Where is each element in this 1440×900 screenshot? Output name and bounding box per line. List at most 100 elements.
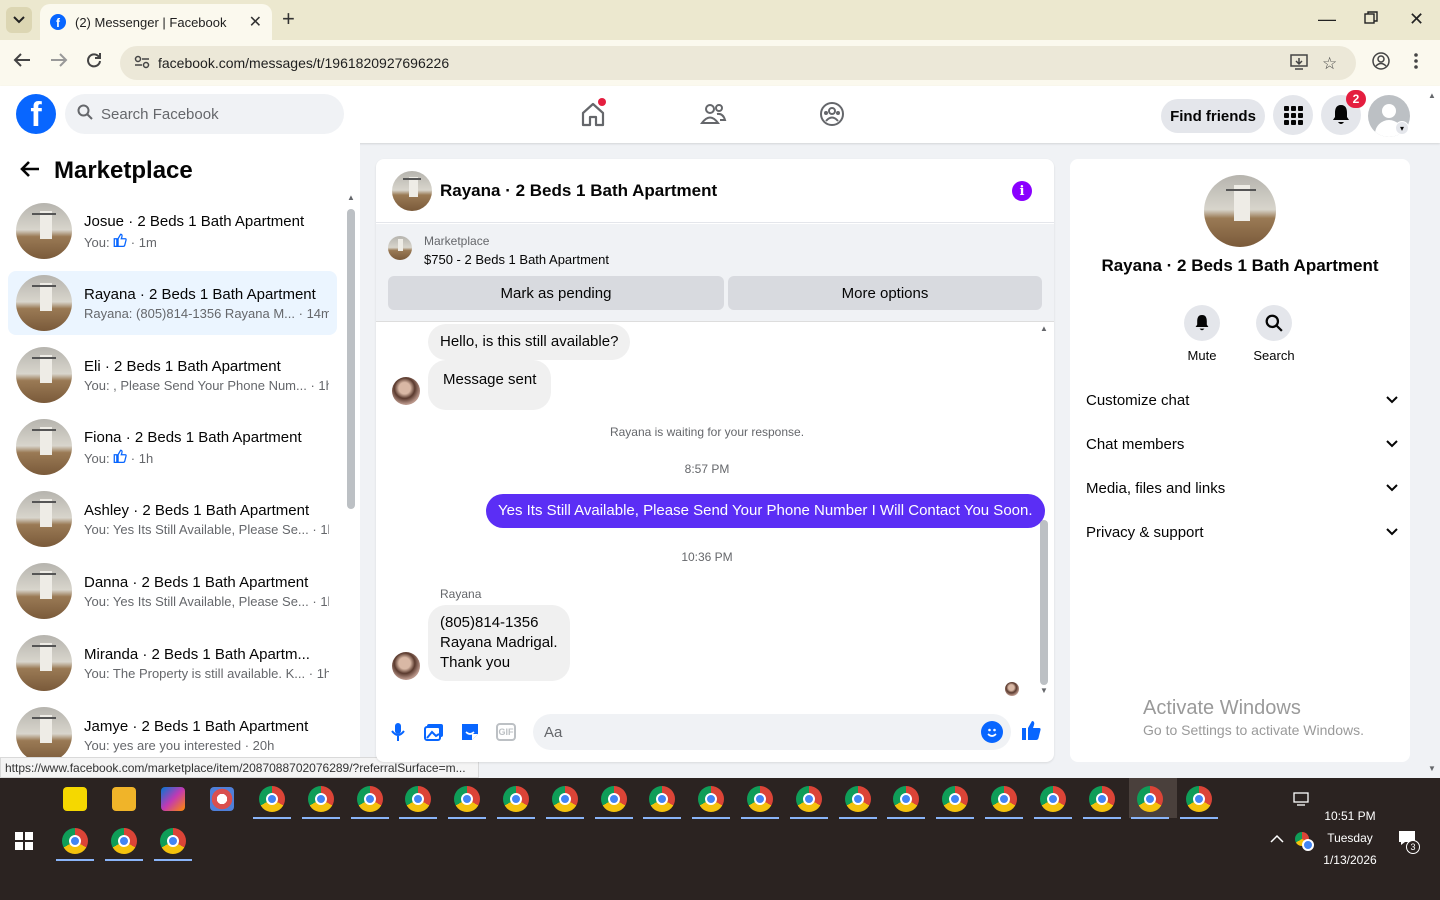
gif-icon[interactable]: GIF [496,723,516,741]
chrome-window-icon[interactable] [942,786,969,812]
mute-button[interactable]: Mute [1172,305,1232,363]
tray-chrome-icon[interactable] [1295,832,1314,851]
friends-icon[interactable] [699,100,729,130]
chrome-window-icon[interactable] [1186,786,1213,812]
chrome-window-icon[interactable] [747,786,773,812]
chrome-window-icon[interactable] [1088,786,1115,812]
file-explorer-icon[interactable] [112,787,136,811]
chrome-window-icon[interactable] [307,786,334,812]
scroll-up-arrow-icon[interactable]: ▲ [1040,324,1048,333]
chrome-window-icon[interactable] [160,828,186,854]
conversation-item[interactable]: Jamye · 2 Beds 1 Bath Apartment You: yes … [8,703,337,760]
search-input[interactable]: Search Facebook [65,94,344,134]
find-friends-button[interactable]: Find friends [1161,99,1265,133]
preview-time: 14m [306,305,329,321]
sticker-icon[interactable] [459,721,481,743]
privacy-support-row[interactable]: Privacy & support [1086,510,1398,554]
page-scroll-up-icon[interactable]: ▲ [1428,91,1436,100]
install-app-icon[interactable] [1290,54,1308,75]
minimize-icon[interactable]: — [1318,8,1336,30]
conversation-item[interactable]: Eli · 2 Beds 1 Bath Apartment You: , Plea… [8,343,337,407]
profile-icon[interactable] [1372,52,1390,75]
close-window-icon[interactable]: ✕ [1409,8,1424,30]
listing-avatar[interactable] [1204,175,1276,247]
chrome-window-icon[interactable] [454,786,481,812]
emoji-icon[interactable] [981,721,1003,743]
microphone-icon[interactable] [387,721,409,743]
contact-avatar[interactable] [392,652,420,680]
chrome-window-icon[interactable] [551,786,578,812]
thumbs-up-icon[interactable] [1020,719,1042,747]
scroll-up-arrow-icon[interactable]: ▲ [347,193,355,202]
facebook-logo-icon[interactable]: f [16,94,56,134]
thumbs-up-icon [113,449,127,466]
back-arrow-icon[interactable] [20,158,40,184]
conversation-item[interactable]: Danna · 2 Beds 1 Bath Apartment You: Yes … [8,559,337,623]
chrome-window-icon[interactable] [259,786,285,812]
restore-icon[interactable] [1364,8,1378,30]
chrome-window-icon[interactable] [503,786,529,812]
listing-thumbnail [16,491,72,547]
conversation-item[interactable]: Ashley · 2 Beds 1 Bath Apartment You: Yes… [8,487,337,551]
chrome-window-icon[interactable] [62,828,88,854]
list-scrollbar[interactable] [347,209,355,509]
conversation-item[interactable]: Fiona · 2 Beds 1 Bath Apartment You: · 1h [8,415,337,479]
menu-grid-icon[interactable] [1273,95,1313,135]
chrome-window-icon[interactable] [698,786,725,812]
address-bar[interactable]: facebook.com/messages/t/1961820927696226… [120,46,1356,80]
media-files-links-row[interactable]: Media, files and links [1086,466,1398,510]
chrome-window-icon[interactable] [600,786,627,812]
chrome-window-icon[interactable] [844,786,871,812]
groups-icon[interactable] [818,100,848,130]
tab-search-menu-button[interactable] [6,7,32,33]
chat-scrollbar[interactable] [1040,520,1048,685]
windows-start-icon[interactable] [15,832,33,850]
back-arrow-icon[interactable] [13,52,31,72]
scroll-down-arrow-icon[interactable]: ▼ [1040,686,1048,695]
chrome-window-icon[interactable] [111,828,137,854]
chrome-window-icon[interactable] [893,786,920,812]
reload-icon[interactable] [86,52,102,72]
contact-avatar[interactable] [392,377,420,405]
chrome-window-icon[interactable] [356,786,383,812]
mute-label: Mute [1187,348,1217,363]
chrome-window-icon[interactable] [1039,786,1066,812]
clock-date[interactable]: 1/13/2026 [1314,853,1386,867]
photo-icon[interactable] [423,721,445,743]
sticky-notes-icon[interactable] [63,787,87,811]
chat-header[interactable]: Rayana · 2 Beds 1 Bath Apartment i [376,159,1054,223]
forward-arrow-icon[interactable] [50,52,68,72]
info-icon[interactable]: i [1012,181,1032,201]
clock-day[interactable]: Tuesday [1318,831,1382,845]
conversation-item[interactable]: Miranda · 2 Beds 1 Bath Apartm... You: Th… [8,631,337,695]
browser-tab-active[interactable]: f (2) Messenger | Facebook ✕ [40,4,272,40]
tab-close-icon[interactable]: ✕ [249,12,262,32]
chrome-window-icon[interactable] [405,786,432,812]
clock-time[interactable]: 10:51 PM [1318,809,1382,823]
show-desktop-icon[interactable] [1292,791,1310,811]
chrome-window-icon[interactable] [649,786,676,812]
message-input[interactable] [533,714,1011,750]
chat-members-row[interactable]: Chat members [1086,422,1398,466]
account-chevron-icon[interactable]: ▾ [1395,121,1409,135]
bookmark-star-icon[interactable]: ☆ [1322,54,1337,74]
site-settings-icon[interactable] [134,55,150,72]
taskbar-running-indicator [692,817,731,819]
chrome-window-icon[interactable] [991,786,1017,812]
conversation-item[interactable]: Josue · 2 Beds 1 Bath Apartment You: · 1m [8,199,337,263]
paint-icon[interactable] [210,787,234,811]
search-in-chat-button[interactable]: Search [1244,305,1304,363]
tray-chevron-up-icon[interactable] [1270,830,1284,846]
copilot-icon[interactable] [161,787,185,811]
chrome-window-icon[interactable] [795,786,822,812]
customize-chat-row[interactable]: Customize chat [1086,378,1398,422]
home-icon[interactable] [579,98,609,130]
more-options-button[interactable]: More options [728,276,1042,310]
item-title-price[interactable]: $750 - 2 Beds 1 Bath Apartment [424,252,609,267]
new-tab-button[interactable]: + [282,8,295,30]
mark-as-pending-button[interactable]: Mark as pending [388,276,724,310]
page-scroll-down-icon[interactable]: ▼ [1428,764,1436,773]
conversation-item[interactable]: Rayana · 2 Beds 1 Bath Apartment Rayana: … [8,271,337,335]
kebab-menu-icon[interactable] [1413,52,1419,75]
search-label: Search [1253,348,1295,363]
